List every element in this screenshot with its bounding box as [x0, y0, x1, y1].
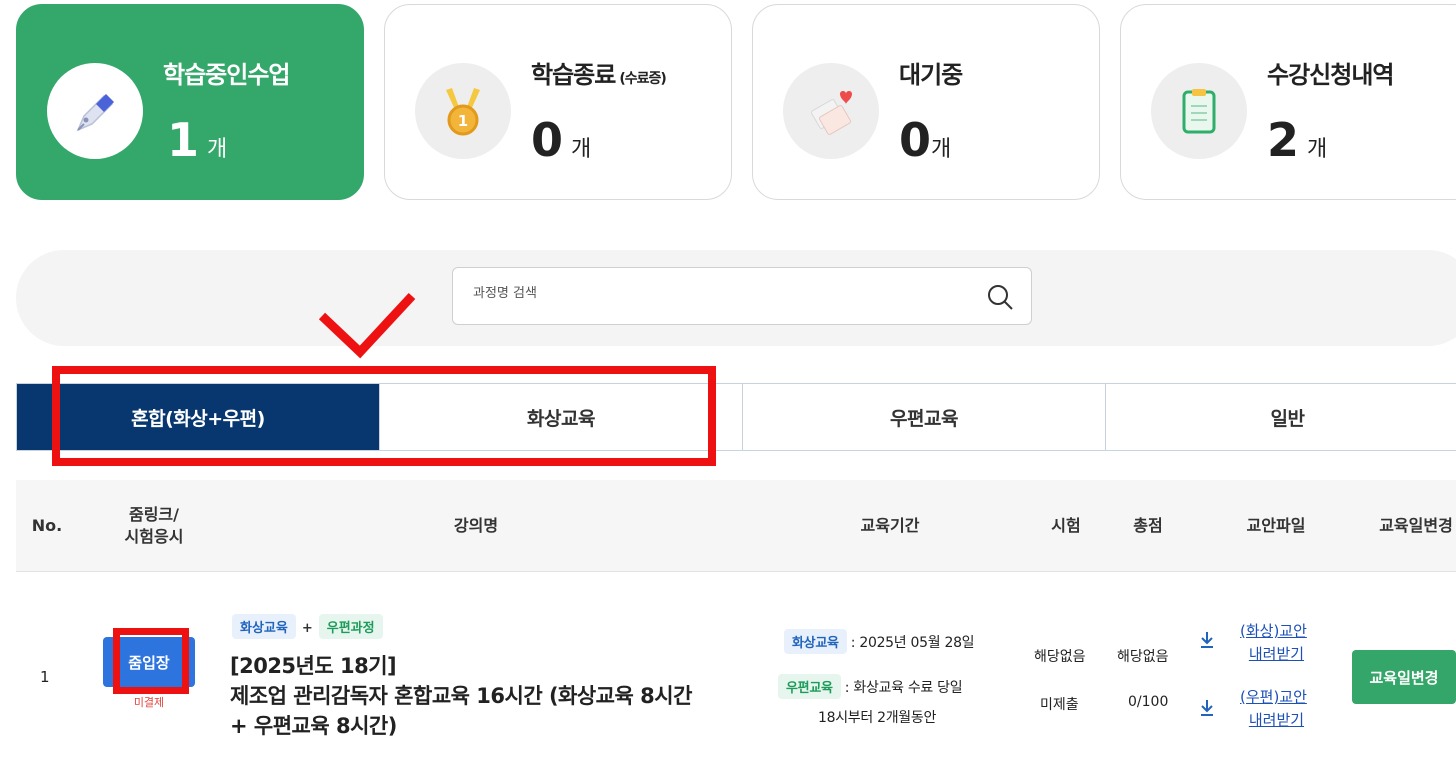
period-mail: 우편교육 : 화상교육 수료 당일 [778, 674, 963, 699]
download-video-material-link[interactable]: (화상)교안 내려받기 [1240, 620, 1307, 667]
header-zoom: 줌링크/시험응시 [124, 505, 184, 546]
tag-mail: 우편과정 [318, 614, 383, 639]
payment-status: 미결제 [133, 696, 165, 709]
header-title: 강의명 [453, 516, 499, 536]
tag-video: 화상교육 [232, 614, 296, 639]
annotation-box-tabs [52, 366, 716, 466]
stat-card-waiting[interactable]: 대기중 0개 [752, 4, 1100, 200]
course-title[interactable]: [2025년도 18기] 제조업 관리감독자 혼합교육 16시간 (화상교육 8… [230, 652, 750, 741]
row-number: 1 [40, 668, 50, 686]
stat-card-studying[interactable]: 학습중인수업 1개 [16, 4, 364, 200]
stat-count: 0개 [899, 113, 952, 167]
download-mail-material-link[interactable]: (우편)교안 내려받기 [1240, 686, 1307, 733]
header-no: No. [31, 516, 63, 536]
tab-general[interactable]: 일반 [1106, 384, 1456, 450]
course-tags: 화상교육 + 우편과정 [232, 614, 383, 639]
stat-count: 1개 [167, 113, 228, 167]
search-icon[interactable] [985, 282, 1015, 312]
period-mail-continued: 18시부터 2개월동안 [818, 710, 937, 726]
period-tag-video: 화상교육 [784, 629, 847, 654]
pen-icon [47, 63, 143, 159]
checkmark-annotation-icon [318, 292, 416, 359]
stat-card-applications[interactable]: 수강신청내역 2개 [1120, 4, 1456, 200]
stat-title: 학습중인수업 [163, 61, 290, 89]
period-video: 화상교육 : 2025년 05월 28일 [784, 629, 975, 654]
clipboard-icon [1151, 63, 1247, 159]
header-change: 교육일변경 [1379, 516, 1453, 536]
score-mail: 0/100 [1128, 694, 1169, 710]
stat-title: 대기중 [899, 61, 963, 89]
header-exam: 시험 [1051, 516, 1081, 536]
letter-heart-icon [783, 63, 879, 159]
tab-mail[interactable]: 우편교육 [743, 384, 1106, 450]
search-input[interactable] [473, 286, 953, 301]
tag-plus: + [301, 621, 313, 636]
annotation-box-join [113, 628, 189, 694]
medal-icon: 1 [415, 63, 511, 159]
stat-count: 2개 [1267, 113, 1328, 167]
header-score: 총점 [1133, 516, 1163, 536]
change-date-button[interactable]: 교육일변경 [1352, 650, 1456, 704]
download-icon[interactable] [1198, 698, 1216, 718]
svg-text:1: 1 [458, 112, 468, 130]
exam-mail: 미제출 [1040, 697, 1079, 713]
header-file: 교안파일 [1246, 516, 1306, 536]
stat-card-completed[interactable]: 1 학습종료 (수료증) 0개 [384, 4, 732, 200]
search-box [452, 267, 1032, 325]
header-period: 교육기간 [860, 516, 920, 536]
period-tag-mail: 우편교육 [778, 674, 841, 699]
stat-title: 수강신청내역 [1267, 61, 1394, 89]
table-header: No. 줌링크/시험응시 강의명 교육기간 시험 총점 교안파일 교육일변경 [16, 480, 1456, 572]
stat-count: 0개 [531, 113, 592, 167]
stat-title: 학습종료 (수료증) [531, 61, 667, 89]
exam-video: 해당없음 [1034, 649, 1086, 665]
download-icon[interactable] [1198, 630, 1216, 650]
score-video: 해당없음 [1117, 649, 1169, 665]
